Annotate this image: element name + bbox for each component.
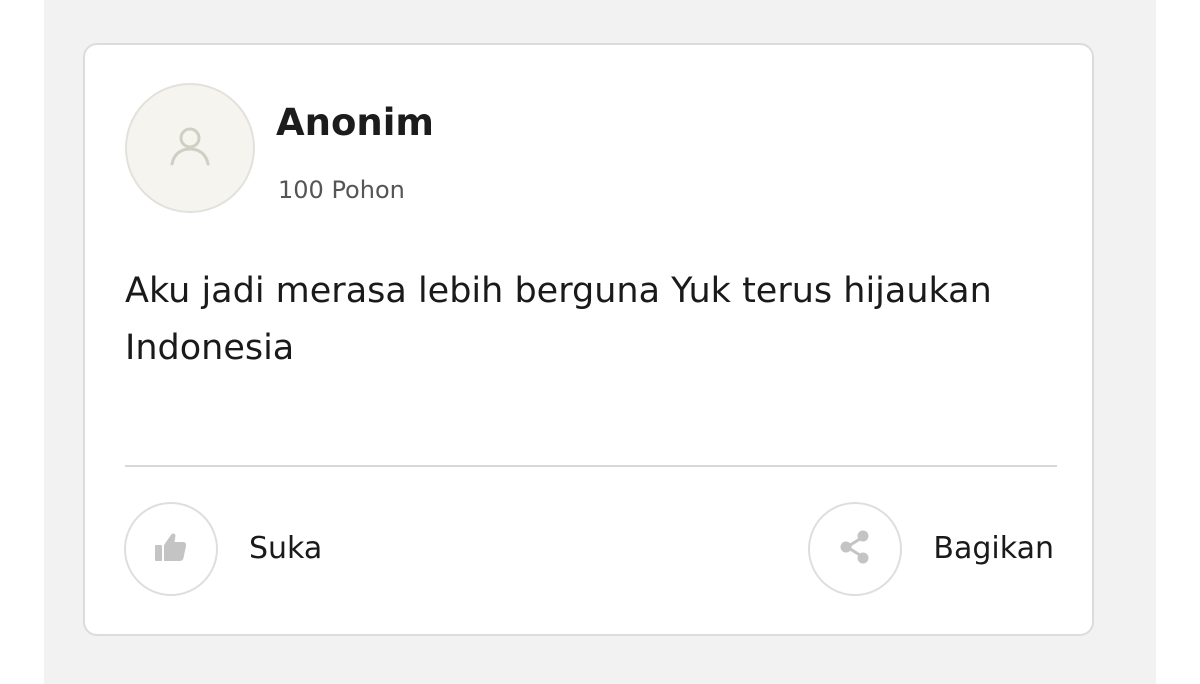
like-icon-circle[interactable] <box>124 502 218 596</box>
divider <box>125 465 1057 467</box>
like-label: Suka <box>249 531 323 566</box>
share-icon-circle[interactable] <box>808 502 903 596</box>
avatar <box>125 83 255 213</box>
share-icon <box>835 527 875 571</box>
author-name: Anonim <box>276 101 434 144</box>
thumbs-up-icon <box>151 527 191 571</box>
author-tree-count: 100 Pohon <box>278 176 405 204</box>
user-icon <box>166 122 214 174</box>
share-label: Bagikan <box>933 531 1054 566</box>
like-button[interactable]: Suka <box>124 500 322 598</box>
comment-text: Aku jadi merasa lebih berguna Yuk terus … <box>125 271 992 368</box>
share-button[interactable]: Bagikan <box>808 500 1054 598</box>
post-card: Anonim 100 Pohon Aku jadi merasa lebih b… <box>83 43 1094 636</box>
